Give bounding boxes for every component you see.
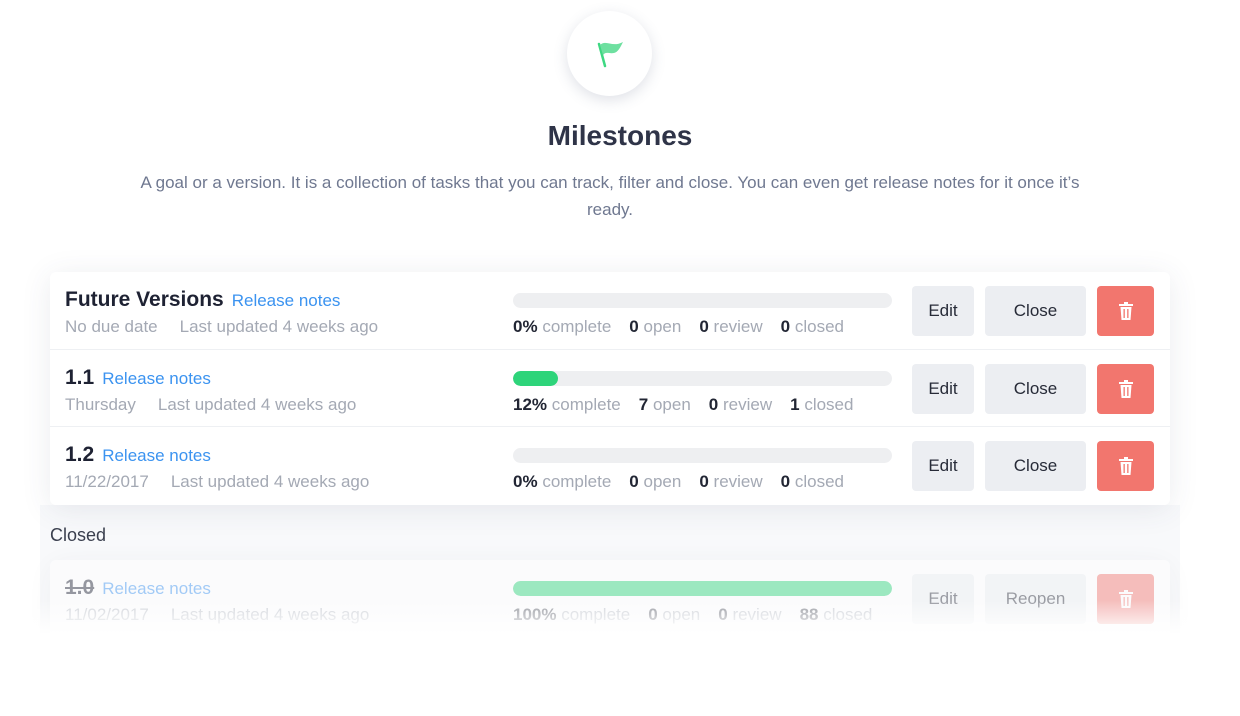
percent-value: 0% bbox=[513, 317, 538, 336]
progress-fill bbox=[513, 370, 559, 386]
open-count: 0 bbox=[629, 317, 639, 336]
review-stat: 0 review bbox=[699, 317, 762, 336]
progress-bar bbox=[513, 370, 892, 386]
progress-fill bbox=[513, 581, 892, 596]
page-title: Milestones bbox=[547, 120, 693, 151]
fade-overlay bbox=[0, 600, 1240, 716]
release-notes-link[interactable]: Release notes bbox=[232, 291, 341, 310]
delete-button[interactable] bbox=[1097, 441, 1154, 491]
closed-label: closed bbox=[794, 472, 844, 491]
edit-button[interactable]: Edit bbox=[912, 286, 974, 336]
review-stat: 0 review bbox=[699, 472, 762, 491]
milestone-row: 1.2 Release notes 11/22/2017 Last updated … bbox=[50, 427, 1170, 505]
edit-button[interactable]: Edit bbox=[912, 363, 974, 414]
milestone-name: 1.2 bbox=[65, 443, 95, 466]
milestone-name: Future Versions bbox=[65, 288, 224, 311]
milestone-stats: 0% complete 0 open 0 review 0 closed bbox=[513, 317, 844, 337]
milestone-name: 1.1 bbox=[65, 365, 95, 389]
milestone-row: 1.1 Release notes Thursday Last updated 4 … bbox=[50, 350, 1170, 427]
closed-count: 0 bbox=[780, 317, 791, 336]
trash-icon bbox=[1118, 379, 1133, 398]
complete-label: complete bbox=[542, 472, 612, 491]
complete-label: complete bbox=[551, 394, 621, 414]
milestone-title: 1.1 Release notes bbox=[65, 366, 211, 390]
milestone-stats: 0% complete 0 open 0 review 0 closed bbox=[513, 472, 844, 492]
release-notes-link[interactable]: Release notes bbox=[102, 369, 211, 388]
review-count: 0 bbox=[699, 317, 709, 336]
trash-icon bbox=[1118, 457, 1133, 475]
delete-button[interactable] bbox=[1097, 363, 1154, 414]
closed-stat: 0 closed bbox=[781, 472, 844, 491]
closed-count: 1 bbox=[790, 394, 800, 414]
complete-stat: 12% complete bbox=[513, 395, 621, 414]
milestone-title: Future Versions Release notes bbox=[65, 288, 340, 312]
closed-label: closed bbox=[804, 394, 854, 414]
release-notes-link[interactable]: Release notes bbox=[102, 579, 211, 598]
closed-label: closed bbox=[794, 317, 844, 336]
complete-stat: 0% complete bbox=[513, 317, 611, 336]
edit-button[interactable]: Edit bbox=[912, 441, 974, 491]
milestone-meta: Thursday Last updated 4 weeks ago bbox=[65, 395, 356, 415]
open-stat: 7 open bbox=[639, 395, 691, 414]
release-notes-link[interactable]: Release notes bbox=[102, 446, 211, 465]
close-button[interactable]: Close bbox=[985, 441, 1086, 491]
progress-bar bbox=[513, 448, 892, 463]
open-label: open bbox=[643, 472, 682, 491]
last-updated: Last updated 4 weeks ago bbox=[170, 472, 370, 491]
milestone-row: Future Versions Release notes No due date… bbox=[50, 272, 1170, 350]
last-updated: Last updated 4 weeks ago bbox=[179, 317, 379, 336]
review-count: 0 bbox=[699, 472, 709, 491]
milestone-meta: 11/22/2017 Last updated 4 weeks ago bbox=[65, 472, 369, 492]
milestone-title: 1.2 Release notes bbox=[65, 443, 211, 467]
open-stat: 0 open bbox=[629, 472, 681, 491]
review-label: review bbox=[722, 394, 773, 414]
complete-label: complete bbox=[542, 317, 612, 336]
complete-stat: 0% complete bbox=[513, 472, 611, 491]
progress-bar bbox=[513, 581, 892, 596]
page-description: A goal or a version. It is a collection … bbox=[140, 173, 1080, 219]
review-stat: 0 review bbox=[709, 395, 772, 414]
open-count: 7 bbox=[638, 394, 649, 414]
closed-section-label: Closed bbox=[50, 525, 107, 545]
review-label: review bbox=[713, 472, 763, 491]
closed-stat: 0 closed bbox=[781, 317, 844, 336]
open-stat: 0 open bbox=[629, 317, 681, 336]
percent-value: 0% bbox=[513, 472, 538, 491]
percent-value: 12% bbox=[513, 394, 548, 414]
closed-stat: 1 closed bbox=[790, 395, 853, 414]
review-label: review bbox=[713, 317, 763, 336]
milestone-meta: No due date Last updated 4 weeks ago bbox=[65, 317, 378, 337]
milestone-name: 1.0 bbox=[65, 576, 95, 599]
trash-icon bbox=[1118, 302, 1133, 320]
milestone-logo bbox=[567, 11, 652, 96]
milestone-stats: 12% complete 7 open 0 review 1 closed bbox=[513, 395, 853, 415]
close-button[interactable]: Close bbox=[985, 286, 1086, 336]
due-date: 11/22/2017 bbox=[65, 472, 149, 491]
delete-button[interactable] bbox=[1097, 286, 1154, 336]
open-label: open bbox=[652, 394, 691, 414]
flag-icon bbox=[597, 41, 623, 67]
close-button[interactable]: Close bbox=[985, 363, 1086, 414]
due-date: Thursday bbox=[65, 394, 136, 414]
due-date: No due date bbox=[65, 317, 158, 336]
open-label: open bbox=[643, 317, 682, 336]
review-count: 0 bbox=[708, 394, 719, 414]
open-milestones-list: Future Versions Release notes No due date… bbox=[50, 272, 1170, 505]
milestone-title: 1.0 Release notes bbox=[65, 576, 211, 600]
progress-bar bbox=[513, 293, 892, 308]
closed-count: 0 bbox=[780, 472, 791, 491]
last-updated: Last updated 4 weeks ago bbox=[157, 394, 357, 414]
open-count: 0 bbox=[629, 472, 639, 491]
